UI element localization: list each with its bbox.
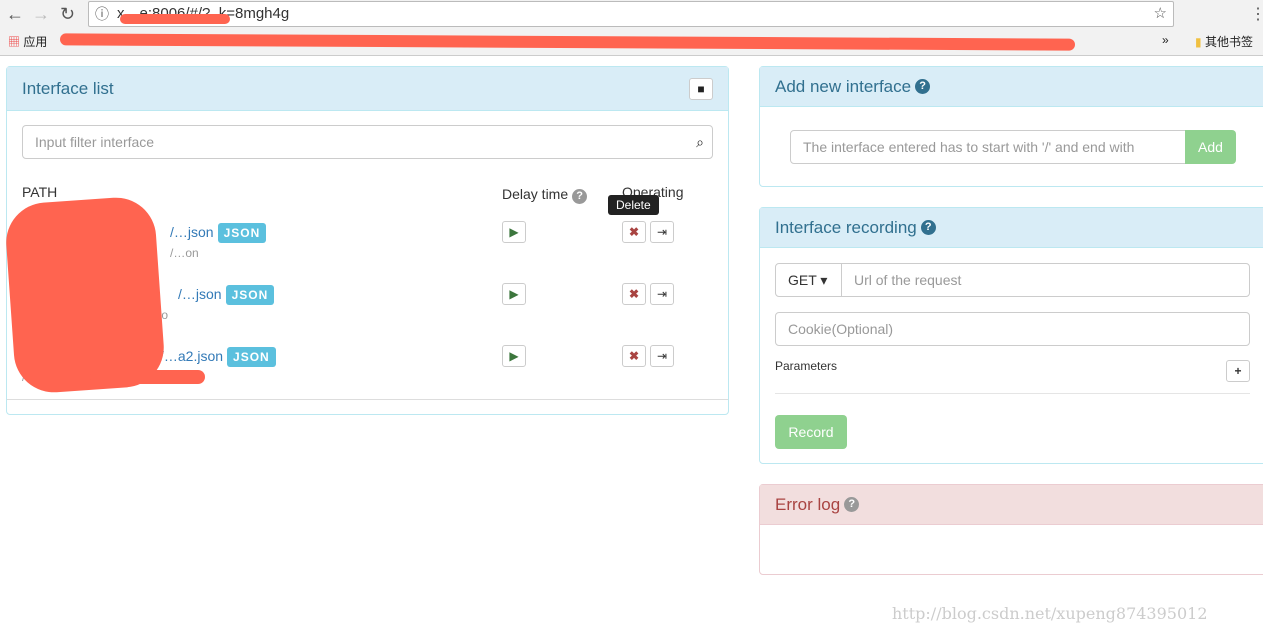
play-icon[interactable]: ▶ [502,345,526,367]
delete-icon[interactable]: ✖ [622,345,646,367]
other-bookmarks-label: 其他书签 [1204,35,1253,49]
path-link[interactable]: /…json JSON [170,223,267,243]
other-bookmarks[interactable]: ▮ 其他书签 [1195,33,1253,50]
apps-icon: ▦ [8,35,21,49]
path-link[interactable]: /…a2.json JSON [160,347,276,367]
panel-title: Add new interface [775,76,912,96]
help-icon[interactable]: ? [915,79,931,94]
export-icon[interactable]: ⇥ [650,345,674,367]
redaction [90,370,205,384]
book-icon[interactable]: ■ [689,77,713,100]
add-interface-panel: Add new interface? The interface entered… [759,66,1263,187]
folder-icon: ▮ [1195,35,1202,49]
back-icon[interactable]: ← [6,4,24,25]
col-delay-label: Delay time [502,186,569,202]
info-icon: ⓘ [95,6,109,22]
panel-title: Interface list [22,78,114,98]
divider [775,393,1250,394]
redaction [59,33,1076,51]
address-bar[interactable]: ⓘ x…e:8006/#/?_k=8mgh4g ☆ [88,1,1174,27]
help-icon[interactable]: ? [572,189,588,204]
reload-icon[interactable]: ↻ [60,4,75,25]
json-badge[interactable]: JSON [217,223,267,243]
panel-title: Interface recording [775,217,917,237]
export-icon[interactable]: ⇥ [650,221,674,243]
parameters-label: Parameters [775,359,838,373]
plus-icon[interactable]: + [1226,360,1250,382]
json-badge[interactable]: JSON [225,285,275,305]
panel-title: Error log [775,494,841,514]
browser-chrome: ← → ↻ ⓘ x…e:8006/#/?_k=8mgh4g ☆ ⋮ ▦ 应用 »… [0,0,1263,56]
cookie-input[interactable]: Cookie(Optional) [775,312,1250,346]
search-icon[interactable]: ⌕ [696,126,704,158]
filter-placeholder: Input filter interface [35,134,155,150]
delete-icon[interactable]: ✖ [622,221,646,243]
help-icon[interactable]: ? [920,220,936,235]
error-log-panel: Error log? [759,484,1263,575]
more-bookmarks[interactable]: » [1162,33,1169,47]
redaction [120,14,230,24]
play-icon[interactable]: ▶ [502,221,526,243]
path-link[interactable]: /…json JSON [178,285,275,305]
apps-label: 应用 [23,35,48,49]
col-delay: Delay time? [502,186,588,204]
interface-input[interactable]: The interface entered has to start with … [790,130,1186,164]
add-button[interactable]: Add [1185,130,1236,164]
redaction [3,194,167,396]
divider [7,399,728,400]
col-path: PATH [22,184,58,200]
play-icon[interactable]: ▶ [502,283,526,305]
apps-bookmark[interactable]: ▦ 应用 [8,33,47,50]
record-button[interactable]: Record [775,415,847,449]
recording-panel: Interface recording? GET ▾ Url of the re… [759,207,1263,464]
export-icon[interactable]: ⇥ [650,283,674,305]
star-icon[interactable]: ☆ [1154,2,1167,26]
help-icon[interactable]: ? [844,497,860,512]
method-select[interactable]: GET ▾ [775,263,842,297]
forward-icon[interactable]: → [32,4,50,25]
menu-icon[interactable]: ⋮ [1250,4,1263,24]
url-input[interactable]: Url of the request [841,263,1250,297]
delete-icon[interactable]: ✖ [622,283,646,305]
path-sub: /…on [168,246,201,260]
interface-placeholder: The interface entered has to start with … [803,139,1135,155]
watermark: http://blog.csdn.net/xupeng874395012 [892,604,1208,623]
json-badge[interactable]: JSON [227,347,276,367]
delete-tooltip: Delete [608,195,659,215]
filter-input[interactable]: Input filter interface ⌕ [22,125,713,159]
